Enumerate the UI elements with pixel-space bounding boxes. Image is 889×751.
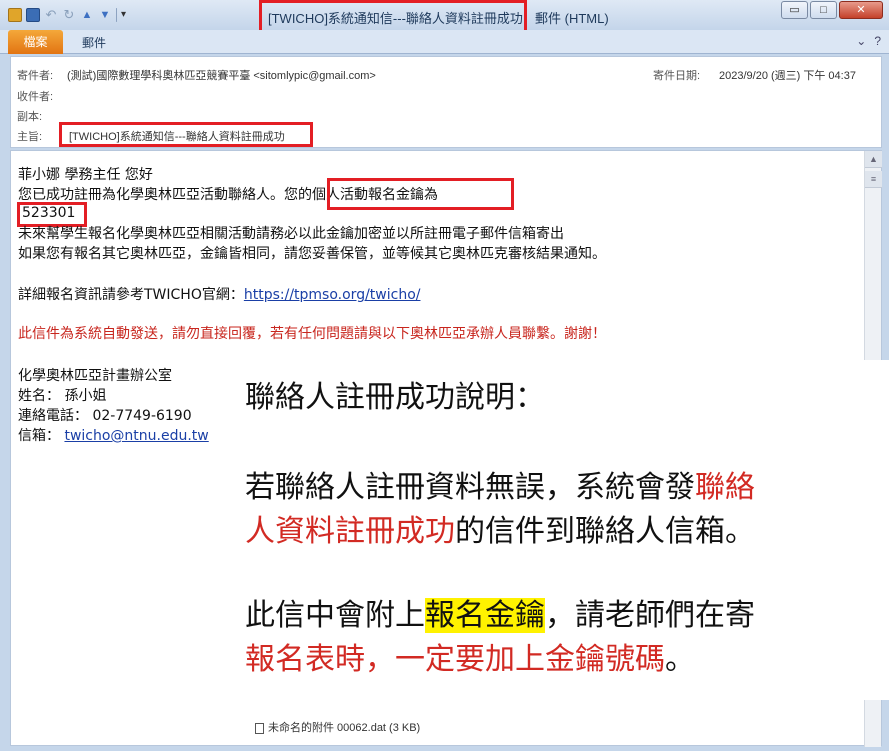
body-line-3: 未來幫學生報名化學奧林匹亞相關活動請務必以此金鑰加密並以所註冊電子郵件信箱寄出 bbox=[18, 226, 564, 242]
auto-send-warning: 此信件為系統自動發送，請勿直接回覆，若有任何問題請與以下奧林匹亞承辦人員聯繫。謝… bbox=[18, 326, 606, 342]
overlay-p1-d: 的信件到聯絡人信箱。 bbox=[455, 514, 755, 549]
contact-email: 信箱： twicho@ntnu.edu.tw bbox=[18, 425, 209, 445]
subject-label: 主旨: bbox=[17, 131, 43, 143]
window-title-suffix: 郵件 (HTML) bbox=[535, 11, 609, 26]
body-line-1a: 您已成功註冊為化學奧林匹亞活動聯絡人。 bbox=[18, 187, 284, 203]
overlay-p1-a: 若聯絡人註冊資料無誤，系統會發 bbox=[245, 470, 695, 505]
previous-item-icon[interactable]: ▲ bbox=[80, 8, 94, 22]
ribbon-collapse-icon[interactable]: ⌄ bbox=[856, 34, 866, 48]
highlight-box-key-label bbox=[327, 178, 514, 210]
attachment[interactable]: 未命名的附件 00062.dat (3 KB) bbox=[255, 719, 420, 735]
highlight-box-title bbox=[259, 0, 527, 33]
overlay-p2-e: 。 bbox=[665, 642, 695, 677]
website-link[interactable]: https://tpmso.org/twicho/ bbox=[244, 287, 421, 303]
date-label: 寄件日期: bbox=[653, 70, 701, 82]
maximize-button[interactable]: □ bbox=[810, 1, 837, 19]
window-controls: ▭ □ ✕ bbox=[781, 1, 883, 19]
highlight-box-subject bbox=[59, 122, 313, 147]
cc-label: 副本: bbox=[17, 111, 43, 123]
email-link[interactable]: twicho@ntnu.edu.tw bbox=[64, 428, 208, 444]
tab-message[interactable]: 郵件 bbox=[82, 34, 106, 51]
overlay-heading: 聯絡人註冊成功說明： bbox=[245, 380, 545, 415]
close-button[interactable]: ✕ bbox=[839, 1, 883, 19]
overlay-p1-b: 聯絡 bbox=[695, 470, 755, 505]
attachment-file-icon bbox=[255, 722, 264, 734]
overlay-p2-a: 此信中會附上 bbox=[245, 598, 425, 633]
ribbon-right-controls: ⌄ ? bbox=[856, 34, 881, 48]
ribbon bbox=[0, 30, 889, 54]
overlay-p1-c: 人資料註冊成功 bbox=[245, 514, 455, 549]
redo-icon[interactable]: ↻ bbox=[62, 8, 76, 22]
tab-file[interactable]: 檔案 bbox=[8, 30, 63, 54]
overlay-paragraph-2-line-2: 報名表時，一定要加上金鑰號碼。 bbox=[245, 634, 695, 678]
overlay-paragraph-1-line-2: 人資料註冊成功的信件到聯絡人信箱。 bbox=[245, 506, 755, 550]
overlay-paragraph-1-line-1: 若聯絡人註冊資料無誤，系統會發聯絡 bbox=[245, 462, 755, 506]
from-label: 寄件者: bbox=[17, 70, 54, 82]
overlay-p2-c: ，請老師們在寄 bbox=[545, 598, 755, 633]
greeting: 菲小娜 學務主任 您好 bbox=[18, 167, 153, 183]
overlay-paragraph-2-line-1: 此信中會附上報名金鑰，請老師們在寄 bbox=[245, 590, 755, 634]
undo-icon[interactable]: ↶ bbox=[44, 8, 58, 22]
outlook-app-icon[interactable] bbox=[8, 8, 22, 22]
next-item-icon[interactable]: ▼ bbox=[98, 8, 112, 22]
to-label: 收件者: bbox=[17, 91, 54, 103]
quick-access-toolbar: ↶ ↻ ▲ ▼ ▾ bbox=[8, 8, 135, 22]
from-value[interactable]: (測試)國際數理學科奧林匹亞競賽平臺 <sitomlypic@gmail.com… bbox=[67, 67, 376, 83]
attachment-pane-icon[interactable]: ≡ bbox=[865, 171, 882, 188]
contact-phone: 連絡電話： 02-7749-6190 bbox=[18, 408, 192, 424]
date-value: 2023/9/20 (週三) 下午 04:37 bbox=[719, 70, 856, 82]
overlay-p2-b: 報名金鑰 bbox=[425, 598, 545, 633]
customize-toolbar-icon[interactable]: ▾ bbox=[121, 8, 135, 22]
overlay-p2-d: 報名表時，一定要加上金鑰號碼 bbox=[245, 642, 665, 677]
scroll-up-icon[interactable]: ▲ bbox=[865, 151, 882, 168]
office-name: 化學奧林匹亞計畫辦公室 bbox=[18, 368, 172, 384]
minimize-button[interactable]: ▭ bbox=[781, 1, 808, 19]
contact-name: 姓名： 孫小姐 bbox=[18, 388, 107, 404]
email-label: 信箱： bbox=[18, 428, 60, 444]
body-line-4: 如果您有報名其它奧林匹亞，金鑰皆相同，請您妥善保管，並等候其它奧林匹克審核結果通… bbox=[18, 246, 606, 262]
save-icon[interactable] bbox=[26, 8, 40, 22]
help-icon[interactable]: ? bbox=[874, 34, 881, 48]
website-label: 詳細報名資訊請參考TWICHO官網： bbox=[18, 287, 244, 303]
toolbar-divider bbox=[116, 8, 117, 22]
attachment-name: 未命名的附件 00062.dat (3 KB) bbox=[268, 722, 421, 734]
body-line-5: 詳細報名資訊請參考TWICHO官網：https://tpmso.org/twic… bbox=[18, 284, 420, 304]
